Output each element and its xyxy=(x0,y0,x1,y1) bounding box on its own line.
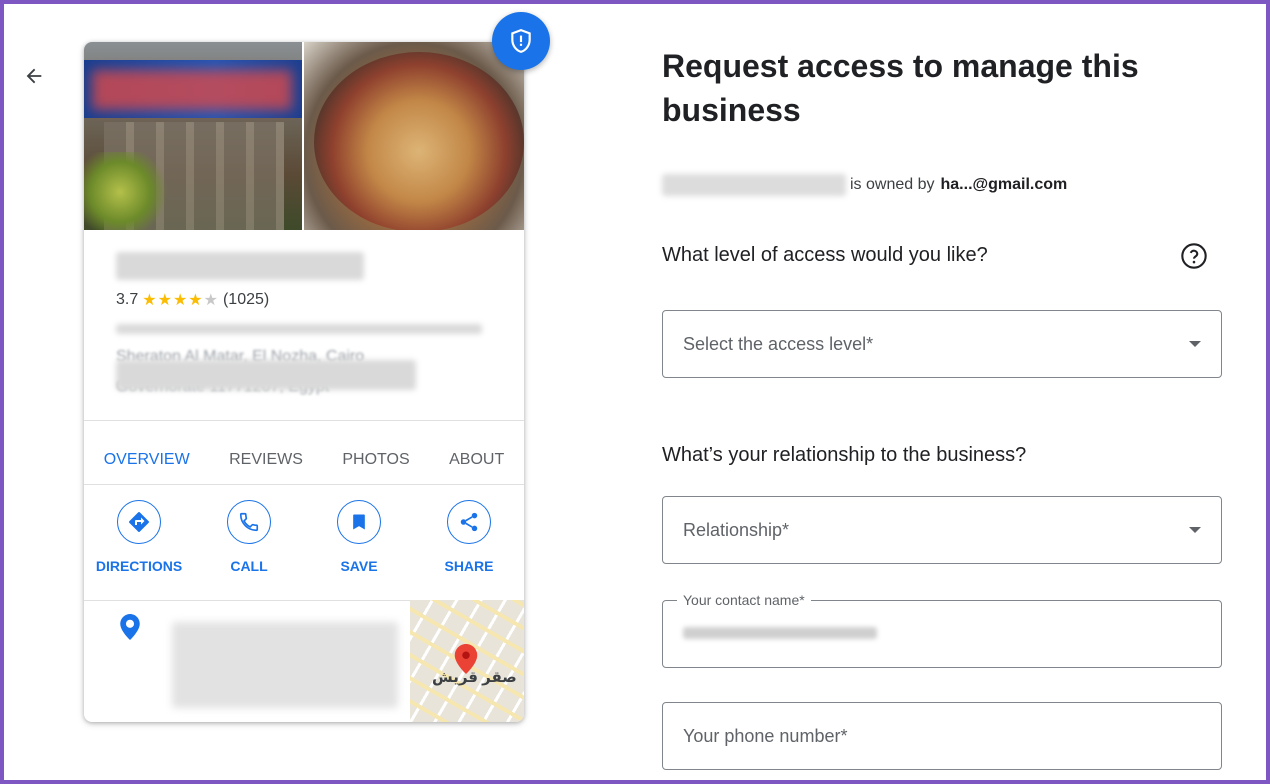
access-level-select[interactable]: Select the access level* xyxy=(662,310,1222,378)
shield-icon xyxy=(511,29,531,53)
tab-overview[interactable]: OVERVIEW xyxy=(104,451,190,469)
business-photos[interactable] xyxy=(84,42,524,230)
address-redacted xyxy=(116,360,416,390)
business-name-redacted xyxy=(116,252,364,280)
mini-map[interactable]: صقر قريش xyxy=(410,600,524,722)
share-label: SHARE xyxy=(444,558,494,574)
card-tabs: OVERVIEW REVIEWS PHOTOS ABOUT xyxy=(84,438,524,482)
rating-row[interactable]: 3.7 ★★★★★ (1025) xyxy=(116,290,269,310)
help-circle-icon xyxy=(1181,243,1207,269)
chevron-down-icon xyxy=(1189,527,1201,533)
share-button[interactable]: SHARE xyxy=(419,500,519,590)
verified-shield-button[interactable] xyxy=(492,12,550,70)
phone-icon xyxy=(239,512,259,532)
review-count: (1025) xyxy=(222,291,270,308)
arrow-left-icon xyxy=(26,68,42,84)
tab-photos[interactable]: PHOTOS xyxy=(342,451,409,469)
share-circle xyxy=(447,500,491,544)
owner-email: ha...@gmail.com xyxy=(940,176,1068,193)
map-place-label: صقر قريش xyxy=(432,669,517,686)
location-row xyxy=(120,614,140,645)
contact-name-label: Your contact name* xyxy=(677,592,811,608)
divider xyxy=(84,484,524,485)
relationship-placeholder: Relationship* xyxy=(683,519,790,540)
divider xyxy=(84,420,524,421)
access-question: What level of access would you like? xyxy=(662,244,988,266)
directions-button[interactable]: DIRECTIONS xyxy=(89,500,189,590)
owned-by-text: is owned by xyxy=(850,176,935,193)
storefront-photo[interactable] xyxy=(84,42,302,230)
seafood-plate-image xyxy=(314,52,524,230)
save-button[interactable]: SAVE xyxy=(309,500,409,590)
save-circle xyxy=(337,500,381,544)
help-button[interactable] xyxy=(1180,242,1208,275)
page-title: Request access to manage this business xyxy=(662,48,1139,128)
access-level-placeholder: Select the access level* xyxy=(683,333,874,354)
contact-name-value-redacted xyxy=(683,627,877,639)
business-card: 3.7 ★★★★★ (1025) Sheraton Al Matar, El N… xyxy=(84,42,524,722)
relationship-question: What’s your relationship to the business… xyxy=(662,444,1027,466)
tree-image xyxy=(84,152,174,230)
business-name-redacted xyxy=(662,174,846,196)
back-button[interactable] xyxy=(18,60,50,92)
directions-circle xyxy=(117,500,161,544)
address-line1-redacted xyxy=(116,324,482,334)
rating-value: 3.7 xyxy=(116,291,139,308)
chevron-down-icon xyxy=(1189,341,1201,347)
page-frame: 3.7 ★★★★★ (1025) Sheraton Al Matar, El N… xyxy=(4,4,1266,780)
share-icon xyxy=(460,512,478,532)
card-actions: DIRECTIONS CALL SAVE SHARE xyxy=(84,500,524,590)
ownership-line: is owned by ha...@gmail.com xyxy=(662,174,1067,196)
contact-name-field[interactable]: Your contact name* xyxy=(662,592,1222,668)
rating-stars: ★★★★★ xyxy=(142,292,219,309)
save-label: SAVE xyxy=(340,558,378,574)
phone-number-input[interactable] xyxy=(683,725,1201,747)
phone-number-field[interactable] xyxy=(662,702,1222,770)
relationship-select[interactable]: Relationship* xyxy=(662,496,1222,564)
tab-about[interactable]: ABOUT xyxy=(449,451,504,469)
food-photo[interactable] xyxy=(304,42,524,230)
call-label: CALL xyxy=(230,558,268,574)
full-address-redacted xyxy=(172,622,398,708)
directions-label: DIRECTIONS xyxy=(95,558,183,574)
bookmark-icon xyxy=(353,514,365,530)
shop-sign-blurred xyxy=(92,70,292,110)
directions-icon xyxy=(129,512,149,532)
call-circle xyxy=(227,500,271,544)
location-pin-icon xyxy=(120,614,140,640)
tab-reviews[interactable]: REVIEWS xyxy=(229,451,303,469)
call-button[interactable]: CALL xyxy=(199,500,299,590)
